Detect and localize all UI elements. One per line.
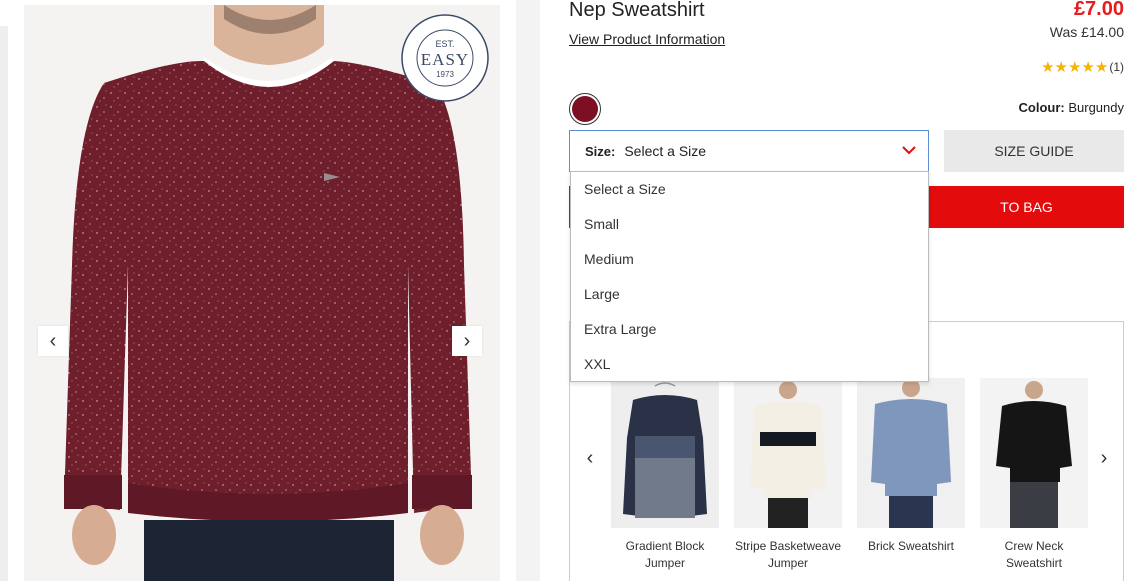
recommended-product[interactable]: Stripe Basketweave Jumper xyxy=(734,378,842,572)
chevron-left-icon: ‹ xyxy=(49,329,57,352)
chevron-left-icon: ‹ xyxy=(586,446,594,469)
view-product-information-link[interactable]: View Product Information xyxy=(569,31,725,47)
recommended-product-name: Crew Neck Sweatshirt xyxy=(1004,539,1064,570)
svg-text:EST.: EST. xyxy=(435,39,454,49)
recommended-product-name: Stripe Basketweave Jumper xyxy=(734,539,842,570)
product-thumbnail xyxy=(611,378,719,528)
size-guide-button[interactable]: SIZE GUIDE xyxy=(944,130,1124,172)
gallery-next-button[interactable]: › xyxy=(452,326,482,356)
add-to-bag-label: TO BAG xyxy=(1000,199,1053,215)
rating[interactable]: ★★★★★ (1) xyxy=(1041,58,1124,76)
size-select-value: Select a Size xyxy=(624,143,707,159)
star-rating-icon: ★★★★★ xyxy=(1041,59,1109,76)
product-gallery: EST. EASY 1973 ‹ › xyxy=(0,0,540,581)
svg-text:EASY: EASY xyxy=(421,50,469,69)
size-option[interactable]: Large xyxy=(571,277,928,312)
easy-brand-badge: EST. EASY 1973 xyxy=(400,13,490,103)
previous-thumbnail-edge[interactable] xyxy=(0,26,8,581)
carousel-prev-button[interactable]: ‹ xyxy=(578,446,602,470)
was-price: Was £14.00 xyxy=(1049,24,1124,40)
chevron-right-icon: › xyxy=(1100,446,1108,469)
size-option[interactable]: XXL xyxy=(571,347,928,382)
recommended-product[interactable]: Brick Sweatshirt xyxy=(857,378,965,555)
product-title: Nep Sweatshirt xyxy=(569,0,705,21)
size-select-label: Size: xyxy=(585,143,616,159)
product-details-panel: Nep Sweatshirt View Product Information … xyxy=(540,0,1148,581)
next-thumbnail-edge[interactable] xyxy=(516,0,540,581)
svg-text:1973: 1973 xyxy=(436,70,454,79)
colour-label-key: Colour: xyxy=(1018,100,1065,115)
size-dropdown-list: Select a Size Small Medium Large Extra L… xyxy=(570,171,929,382)
chevron-right-icon: › xyxy=(463,329,471,352)
product-thumbnail xyxy=(980,378,1088,528)
gallery-prev-button[interactable]: ‹ xyxy=(38,326,68,356)
current-price: £7.00 xyxy=(1073,0,1124,20)
size-option[interactable]: Medium xyxy=(571,242,928,277)
product-thumbnail xyxy=(734,378,842,528)
size-option[interactable]: Extra Large xyxy=(571,312,928,347)
colour-swatch-burgundy[interactable] xyxy=(569,93,601,125)
carousel-next-button[interactable]: › xyxy=(1092,446,1116,470)
colour-label: Colour: Burgundy xyxy=(1019,100,1125,115)
recommended-product[interactable]: Crew Neck Sweatshirt xyxy=(980,378,1088,572)
recommended-product-name: Brick Sweatshirt xyxy=(867,539,955,553)
size-option[interactable]: Select a Size xyxy=(571,172,928,207)
main-product-image: EST. EASY 1973 xyxy=(24,5,500,581)
review-count: (1) xyxy=(1109,60,1124,74)
colour-value: Burgundy xyxy=(1068,100,1124,115)
chevron-down-icon xyxy=(902,146,916,155)
size-option[interactable]: Small xyxy=(571,207,928,242)
recommended-product[interactable]: Gradient Block Jumper xyxy=(611,378,719,572)
swatch-fill xyxy=(572,96,598,122)
size-select[interactable]: Size: Select a Size xyxy=(569,130,929,172)
product-thumbnail xyxy=(857,378,965,528)
recommended-product-name: Gradient Block Jumper xyxy=(625,539,705,570)
